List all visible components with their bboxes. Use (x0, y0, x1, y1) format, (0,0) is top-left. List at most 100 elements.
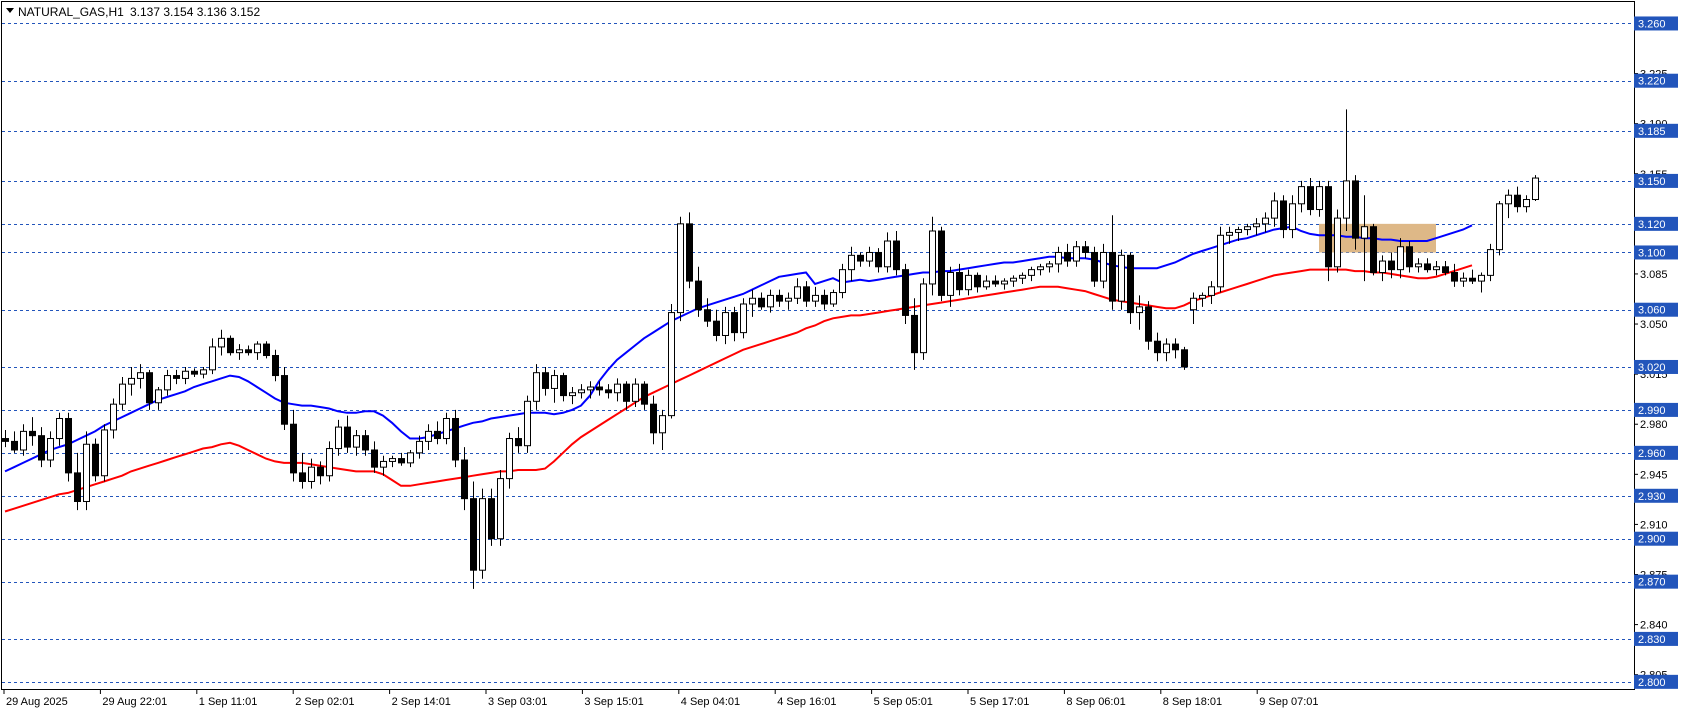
candle-body (1289, 203, 1296, 231)
candle-body (11, 440, 18, 451)
candle[interactable] (452, 409, 459, 468)
candle[interactable] (677, 216, 684, 322)
y-tick-label: 3.085 (1640, 269, 1668, 281)
candle-body (290, 423, 297, 474)
candle-body (1379, 260, 1386, 274)
candle[interactable] (65, 412, 72, 482)
candle[interactable] (227, 335, 234, 356)
candle-body (650, 403, 657, 434)
candle[interactable] (281, 366, 288, 430)
candle-body (1154, 340, 1161, 354)
candle[interactable] (686, 212, 693, 289)
candle[interactable] (1352, 175, 1359, 250)
candle-body (1082, 246, 1089, 253)
candle[interactable] (1334, 209, 1341, 273)
candle-body (83, 443, 90, 503)
candle-body (2, 438, 9, 442)
candle-body (1523, 199, 1530, 208)
candle[interactable] (938, 226, 945, 302)
candle-body (569, 392, 576, 397)
candle-body (1352, 180, 1359, 239)
level-price-label: 3.150 (1638, 176, 1666, 188)
x-tick-label: 2 Sep 14:01 (392, 696, 451, 708)
candle-body (479, 498, 486, 571)
candle[interactable] (1487, 243, 1494, 282)
candle-body (1325, 186, 1332, 268)
candle-body (434, 430, 441, 440)
candle[interactable] (497, 470, 504, 546)
candle-body (758, 297, 765, 308)
level-price-label: 2.830 (1638, 634, 1666, 646)
candle[interactable] (1091, 246, 1098, 287)
candle-body (767, 294, 774, 308)
candle[interactable] (524, 395, 531, 453)
candle-body (1433, 266, 1440, 271)
candle[interactable] (1217, 226, 1224, 293)
chart-ohlc: 3.137 3.154 3.136 3.152 (130, 5, 260, 19)
candle-body (1496, 203, 1503, 251)
chart-canvas[interactable]: 2.8052.8402.8752.9102.9452.9803.0153.050… (0, 0, 1686, 713)
candle-body (929, 230, 936, 285)
candle[interactable] (92, 438, 99, 482)
level-price-label: 2.930 (1638, 491, 1666, 503)
candle-body (1406, 246, 1413, 268)
x-tick-label: 9 Sep 07:01 (1259, 696, 1318, 708)
candle-body (1280, 200, 1287, 231)
level-price-label: 2.990 (1638, 405, 1666, 417)
candle-body (911, 314, 918, 354)
candle-body (578, 389, 585, 394)
candle[interactable] (1532, 175, 1539, 201)
candle-body (110, 403, 117, 431)
candle[interactable] (668, 303, 675, 419)
candle-body (1451, 272, 1458, 282)
x-tick-label: 2 Sep 02:01 (295, 696, 354, 708)
x-tick-label: 5 Sep 17:01 (970, 696, 1029, 708)
candle-body (1163, 343, 1170, 354)
candle-body (137, 372, 144, 379)
level-price-label: 3.100 (1638, 247, 1666, 259)
candle-body (335, 426, 342, 450)
candle[interactable] (740, 298, 747, 339)
candle-body (605, 389, 612, 394)
candle-body (551, 375, 558, 389)
candle-body (1109, 251, 1116, 302)
candle-body (1100, 251, 1107, 282)
candle-body (164, 375, 171, 391)
candle-body (1469, 277, 1476, 282)
candle-body (281, 375, 288, 425)
x-tick-label: 4 Sep 04:01 (681, 696, 740, 708)
candle[interactable] (920, 278, 927, 360)
candle[interactable] (830, 289, 837, 307)
candle-body (461, 459, 468, 500)
candle-body (740, 303, 747, 334)
candle[interactable] (1496, 200, 1503, 256)
candle-body (38, 435, 45, 461)
candle-body (1064, 251, 1071, 262)
candle-body (623, 383, 630, 402)
candle-body (497, 478, 504, 540)
price-chart[interactable]: 2.8052.8402.8752.9102.9452.9803.0153.050… (0, 0, 1686, 713)
x-tick-label: 3 Sep 15:01 (584, 696, 643, 708)
candle[interactable] (902, 263, 909, 325)
candle-body (1055, 251, 1062, 265)
candle-body (20, 430, 27, 451)
candle-body (893, 240, 900, 271)
candle[interactable] (1181, 346, 1188, 370)
candle[interactable] (479, 488, 486, 579)
candle-body (380, 460, 387, 468)
candle-body (1361, 226, 1368, 239)
level-price-label: 3.220 (1638, 76, 1666, 88)
candle[interactable] (1370, 223, 1377, 276)
candle[interactable] (263, 341, 270, 359)
candle-body (488, 498, 495, 540)
candle-body (1118, 254, 1125, 302)
candle[interactable] (1118, 249, 1125, 310)
candle[interactable] (1325, 180, 1332, 282)
candle-body (173, 375, 180, 379)
x-tick-label: 29 Aug 2025 (6, 696, 68, 708)
candle-body (632, 383, 639, 402)
candle-body (695, 280, 702, 311)
candle[interactable] (101, 424, 108, 482)
candle-body (1073, 246, 1080, 262)
candle-body (452, 417, 459, 461)
